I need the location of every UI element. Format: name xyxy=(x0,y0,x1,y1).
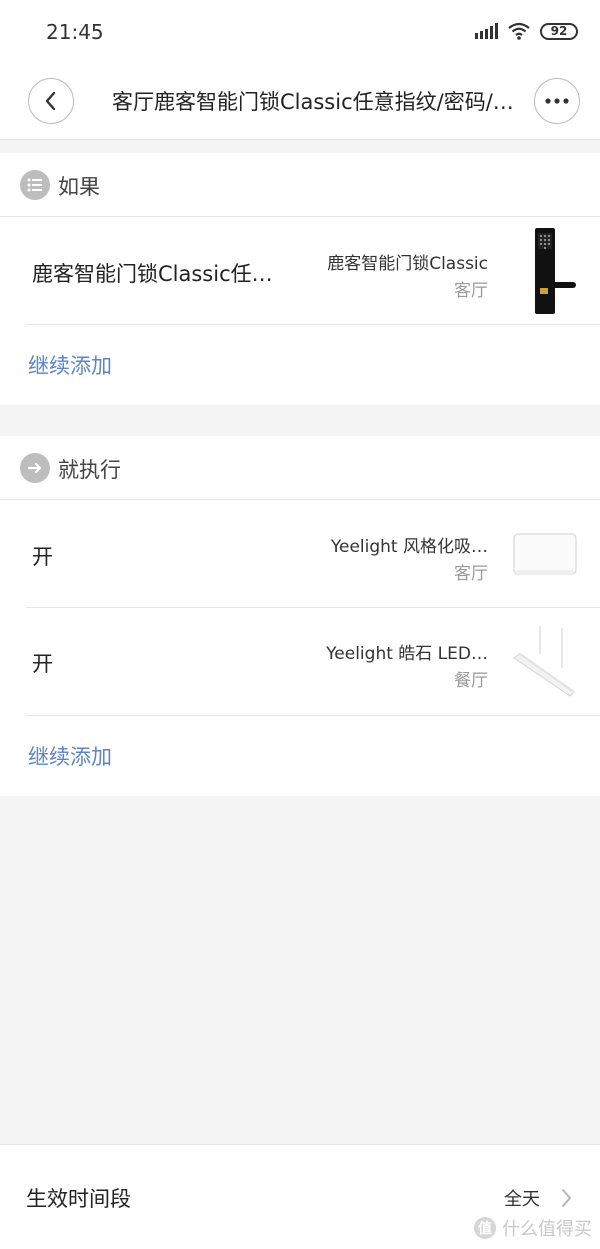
more-dots-icon xyxy=(545,98,569,104)
watermark-badge: 值 xyxy=(474,1217,496,1239)
divider xyxy=(26,715,600,716)
status-icons: 92 xyxy=(475,22,578,40)
schedule-row[interactable]: 生效时间段 全天 值 什么值得买 xyxy=(0,1144,600,1249)
schedule-label: 生效时间段 xyxy=(26,1187,131,1211)
section-header: 如果 xyxy=(0,153,600,217)
device-name: 鹿客智能门锁Classic xyxy=(327,254,488,274)
door-lock-image xyxy=(535,228,576,314)
watermark: 值 什么值得买 xyxy=(474,1215,592,1241)
device-room: 餐厅 xyxy=(454,671,488,691)
add-action-button[interactable]: 继续添加 xyxy=(28,741,112,771)
status-time: 21:45 xyxy=(46,20,104,44)
action-label: 开 xyxy=(32,652,53,676)
arrow-right-icon xyxy=(20,453,50,483)
pendant-light-image xyxy=(513,626,575,697)
list-icon xyxy=(20,170,50,200)
ceiling-light-image xyxy=(513,533,577,575)
action-label: 开 xyxy=(32,545,53,569)
condition-label: 鹿客智能门锁Classic任… xyxy=(32,262,273,286)
device-room: 客厅 xyxy=(454,281,488,301)
action-row[interactable]: 开 Yeelight 皓石 LED… 餐厅 xyxy=(0,608,600,716)
page-title: 客厅鹿客智能门锁Classic任意指纹/密码/… xyxy=(112,90,514,114)
device-name: Yeelight 皓石 LED… xyxy=(326,644,488,664)
action-device-info: Yeelight 风格化吸… 客厅 xyxy=(331,532,488,584)
section-title: 就执行 xyxy=(58,458,121,482)
add-condition-button[interactable]: 继续添加 xyxy=(28,350,112,380)
chevron-left-icon xyxy=(45,91,56,111)
device-room: 客厅 xyxy=(454,564,488,584)
action-device-info: Yeelight 皓石 LED… 餐厅 xyxy=(326,639,488,691)
condition-row[interactable]: 鹿客智能门锁Classic任… 鹿客智能门锁Classic 客厅 xyxy=(0,218,600,325)
watermark-text: 什么值得买 xyxy=(502,1219,592,1240)
top-bar: 21:45 92 客厅鹿客智能门锁Classic任意指纹/密码/… xyxy=(0,0,600,140)
divider xyxy=(26,324,600,325)
section-title: 如果 xyxy=(58,175,100,199)
battery-icon: 92 xyxy=(540,22,578,40)
schedule-value: 全天 xyxy=(504,1189,540,1210)
wifi-icon xyxy=(508,22,530,40)
more-button[interactable] xyxy=(534,78,580,124)
signal-icon xyxy=(475,23,498,39)
do-section: 就执行 开 Yeelight 风格化吸… 客厅 开 Yeelight 皓石 LE… xyxy=(0,436,600,796)
device-name: Yeelight 风格化吸… xyxy=(330,537,488,557)
chevron-right-icon xyxy=(562,1189,571,1207)
action-row[interactable]: 开 Yeelight 风格化吸… 客厅 xyxy=(0,501,600,608)
back-button[interactable] xyxy=(28,78,74,124)
condition-device-info: 鹿客智能门锁Classic 客厅 xyxy=(327,249,488,301)
if-section: 如果 鹿客智能门锁Classic任… 鹿客智能门锁Classic 客厅 继续添加 xyxy=(0,153,600,405)
scene-editor-page: 21:45 92 客厅鹿客智能门锁Classic任意指纹/密码/… 如果 鹿客智… xyxy=(0,0,600,1249)
section-header: 就执行 xyxy=(0,436,600,500)
